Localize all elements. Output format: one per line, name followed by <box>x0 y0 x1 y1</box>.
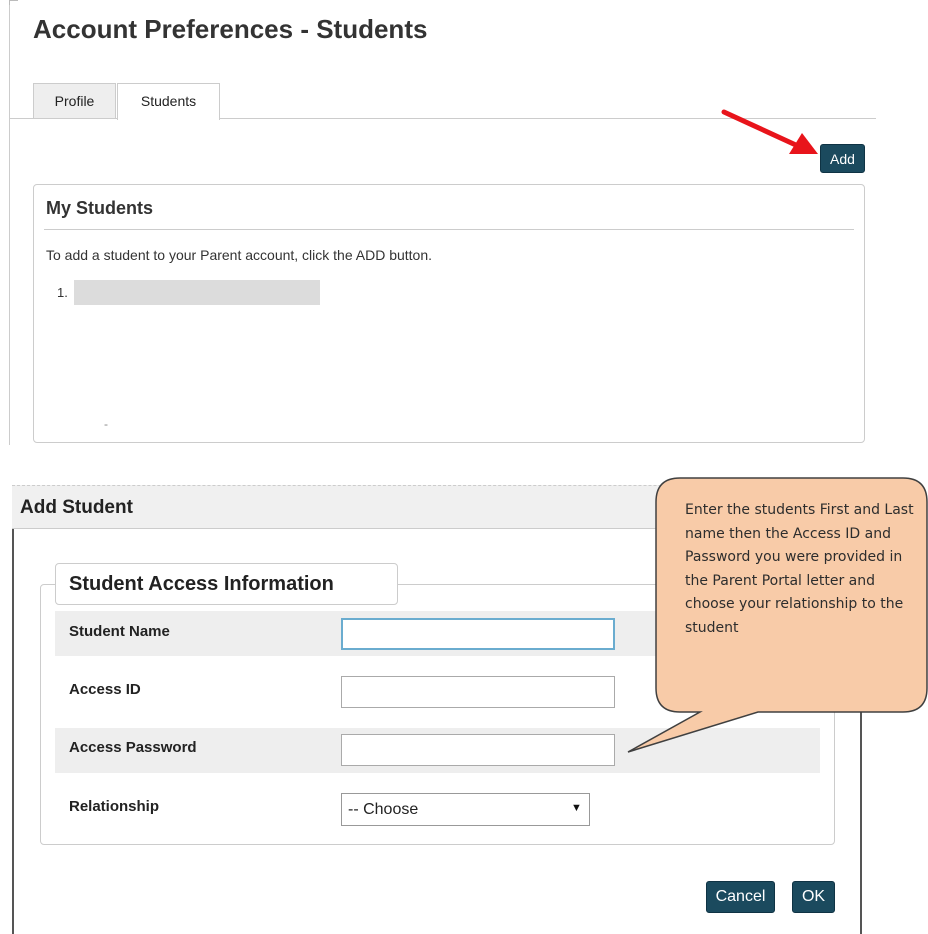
instruction-text: To add a student to your Parent account,… <box>46 247 433 263</box>
access-password-input[interactable] <box>341 734 615 766</box>
add-button[interactable]: Add <box>820 144 865 173</box>
page-left-border <box>9 0 10 445</box>
my-students-panel: My Students To add a student to your Par… <box>33 184 865 443</box>
student-name-input[interactable] <box>341 618 615 650</box>
dash-mark: - <box>104 417 108 431</box>
ok-button[interactable]: OK <box>792 881 835 913</box>
section-title: Student Access Information <box>55 563 398 605</box>
student-name-label: Student Name <box>69 623 170 640</box>
relationship-label: Relationship <box>69 798 160 815</box>
relationship-select[interactable]: -- Choose <box>341 793 590 826</box>
divider <box>44 229 854 230</box>
chevron-down-icon: ▼ <box>571 802 582 814</box>
access-password-label: Access Password <box>69 739 197 756</box>
cancel-button[interactable]: Cancel <box>706 881 775 913</box>
page-corner <box>9 0 18 5</box>
red-arrow-icon <box>721 109 818 154</box>
callout-text: Enter the students First and Last name t… <box>685 502 914 636</box>
access-id-label: Access ID <box>69 681 141 698</box>
my-students-title: My Students <box>46 198 154 218</box>
redacted-student-name <box>74 280 320 305</box>
tab-students[interactable]: Students <box>117 83 220 120</box>
dialog-title: Add Student <box>20 497 133 518</box>
tab-profile[interactable]: Profile <box>33 83 116 118</box>
list-item-number: 1. <box>57 285 68 300</box>
page-title: Account Preferences - Students <box>33 14 428 44</box>
access-id-input[interactable] <box>341 676 615 708</box>
